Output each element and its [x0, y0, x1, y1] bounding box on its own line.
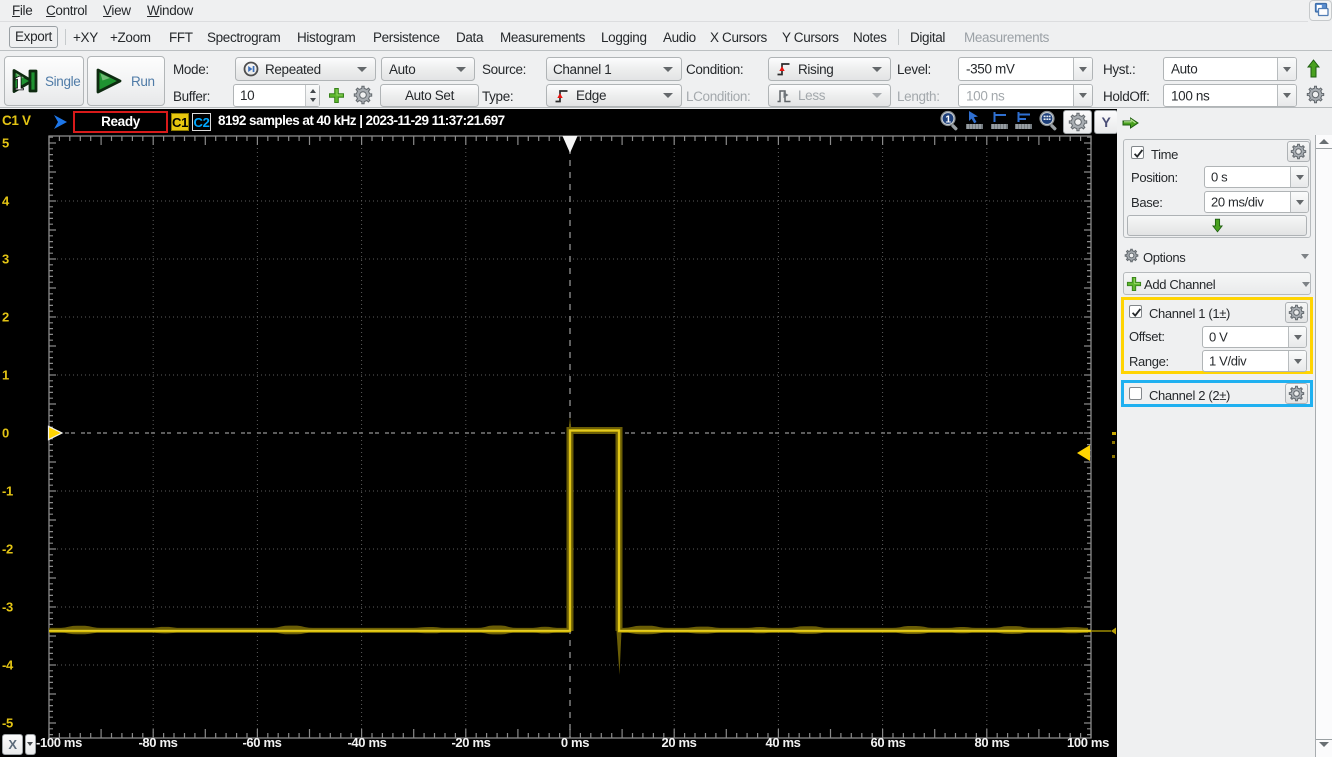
svg-text:-2: -2 — [2, 542, 13, 557]
svg-text:-60 ms: -60 ms — [242, 735, 281, 750]
svg-text:-1: -1 — [2, 484, 13, 499]
svg-text:-40 ms: -40 ms — [347, 735, 386, 750]
svg-text:60 ms: 60 ms — [870, 735, 905, 750]
svg-text:4: 4 — [2, 194, 10, 209]
svg-text:-4: -4 — [2, 658, 14, 673]
svg-text:20 ms: 20 ms — [661, 735, 696, 750]
svg-text:3: 3 — [2, 252, 9, 267]
svg-text:80 ms: 80 ms — [974, 735, 1009, 750]
svg-text:-20 ms: -20 ms — [451, 735, 490, 750]
svg-text:1: 1 — [14, 73, 24, 95]
svg-text:40 ms: 40 ms — [765, 735, 800, 750]
svg-text:0 ms: 0 ms — [561, 735, 589, 750]
svg-text:-80 ms: -80 ms — [138, 735, 177, 750]
svg-text:1: 1 — [2, 368, 9, 383]
svg-text:0: 0 — [2, 426, 9, 441]
svg-text:-3: -3 — [2, 600, 13, 615]
svg-text:1: 1 — [945, 114, 951, 126]
svg-text:-5: -5 — [2, 716, 13, 731]
svg-text:100 ms: 100 ms — [1067, 735, 1109, 750]
svg-text:-100 ms: -100 ms — [36, 735, 82, 750]
svg-text:2: 2 — [2, 310, 9, 325]
svg-text:5: 5 — [2, 136, 9, 151]
